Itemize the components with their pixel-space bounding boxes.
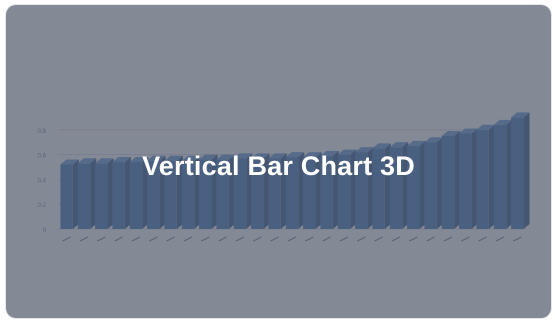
chart-card[interactable]: 00.20.40.60.8 Vertical Bar Chart 3D	[6, 5, 551, 318]
card-title: Vertical Bar Chart 3D	[142, 151, 415, 181]
